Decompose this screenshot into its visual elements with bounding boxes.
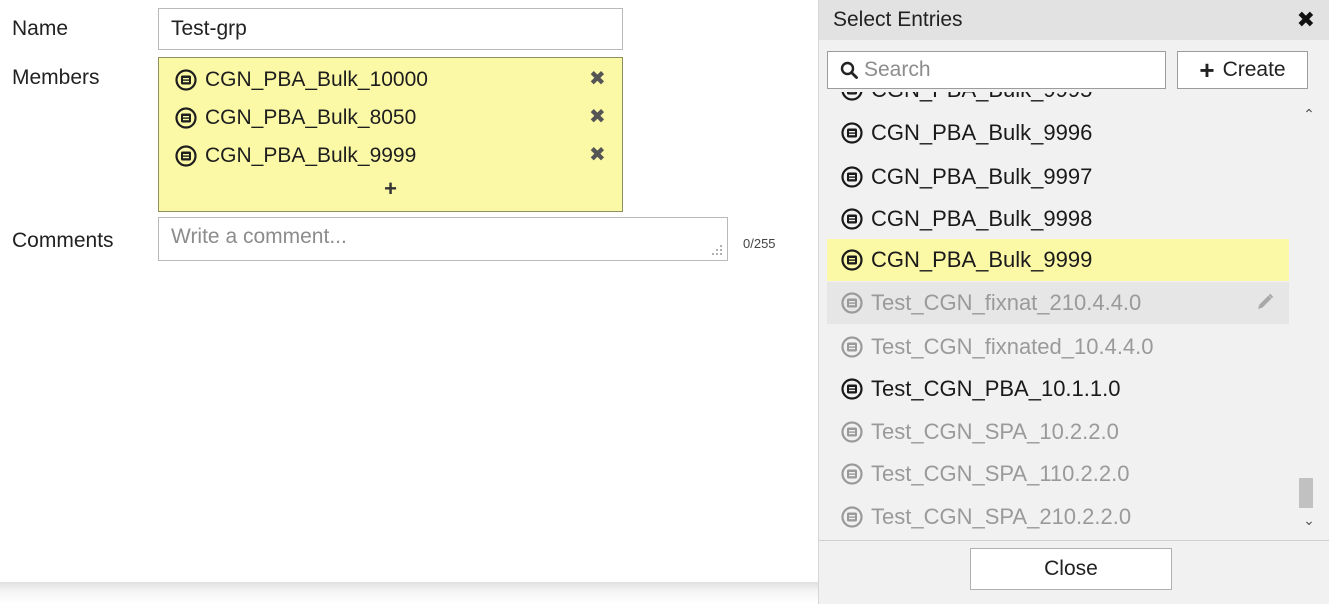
address-object-icon bbox=[841, 336, 863, 358]
address-object-icon bbox=[175, 145, 197, 167]
member-label: CGN_PBA_Bulk_10000 bbox=[205, 68, 428, 91]
entry-label: Test_CGN_SPA_210.2.2.0 bbox=[871, 504, 1132, 529]
address-object-icon bbox=[841, 378, 863, 400]
footer-divider bbox=[819, 540, 1329, 541]
address-object-icon bbox=[841, 292, 863, 314]
comments-label: Comments bbox=[12, 229, 114, 252]
comments-field bbox=[158, 217, 728, 261]
chevron-down-icon[interactable]: ⌄ bbox=[1301, 512, 1317, 528]
list-item[interactable]: CGN_PBA_Bulk_9996 bbox=[827, 112, 1289, 154]
search-box bbox=[827, 51, 1166, 89]
address-object-icon bbox=[841, 166, 863, 188]
member-chip: CGN_PBA_Bulk_9999 ✖ bbox=[175, 140, 615, 172]
address-object-icon bbox=[841, 122, 863, 144]
address-object-icon bbox=[841, 506, 863, 528]
panel-header: Select Entries ✖ bbox=[819, 0, 1329, 40]
entry-label: Test_CGN_fixnat_210.4.4.0 bbox=[871, 290, 1142, 315]
list-item[interactable]: Test_CGN_PBA_10.1.1.0 bbox=[827, 368, 1289, 410]
list-item[interactable]: CGN_PBA_Bulk_9995 bbox=[827, 92, 1289, 111]
create-label: Create bbox=[1222, 58, 1286, 81]
add-member-button[interactable]: + bbox=[159, 176, 622, 202]
pencil-icon[interactable] bbox=[1255, 292, 1275, 312]
list-item[interactable]: Test_CGN_fixnated_10.4.4.0 bbox=[827, 326, 1289, 368]
member-chip: CGN_PBA_Bulk_8050 ✖ bbox=[175, 102, 615, 134]
chevron-up-icon[interactable]: ⌃ bbox=[1301, 106, 1317, 122]
members-field[interactable]: CGN_PBA_Bulk_10000 ✖ CGN_PBA_Bulk_8050 ✖… bbox=[158, 57, 623, 212]
create-button[interactable]: + Create bbox=[1177, 51, 1308, 89]
member-label: CGN_PBA_Bulk_8050 bbox=[205, 106, 417, 129]
list-item[interactable]: Test_CGN_SPA_210.2.2.0 bbox=[827, 496, 1289, 538]
entry-label: CGN_PBA_Bulk_9998 bbox=[871, 206, 1093, 231]
name-input[interactable] bbox=[158, 8, 623, 50]
list-item[interactable]: Test_CGN_fixnat_210.4.4.0 bbox=[827, 282, 1289, 324]
search-icon bbox=[840, 61, 858, 79]
address-object-icon bbox=[841, 208, 863, 230]
list-item[interactable]: Test_CGN_SPA_10.2.2.0 bbox=[827, 411, 1289, 453]
members-label: Members bbox=[12, 66, 100, 89]
entry-label: CGN_PBA_Bulk_9995 bbox=[871, 92, 1092, 103]
comments-input[interactable] bbox=[159, 218, 699, 258]
list-item[interactable]: CGN_PBA_Bulk_9998 bbox=[827, 198, 1289, 240]
member-chip: CGN_PBA_Bulk_10000 ✖ bbox=[175, 64, 615, 96]
address-object-icon bbox=[841, 249, 863, 271]
address-object-icon bbox=[175, 107, 197, 129]
entries-list: CGN_PBA_Bulk_9995 CGN_PBA_Bulk_9996 CGN_… bbox=[827, 92, 1297, 540]
entry-label: Test_CGN_SPA_10.2.2.0 bbox=[871, 419, 1119, 444]
comment-char-count: 0/255 bbox=[743, 236, 776, 251]
close-icon[interactable]: ✖ bbox=[1297, 7, 1315, 33]
remove-member-icon[interactable]: ✖ bbox=[589, 68, 607, 90]
entry-label: Test_CGN_fixnated_10.4.4.0 bbox=[871, 334, 1154, 359]
entry-label: CGN_PBA_Bulk_9997 bbox=[871, 164, 1093, 189]
address-object-icon bbox=[841, 421, 863, 443]
name-label: Name bbox=[12, 17, 69, 40]
search-input[interactable] bbox=[864, 58, 1154, 82]
address-object-icon bbox=[841, 463, 863, 485]
remove-member-icon[interactable]: ✖ bbox=[589, 106, 607, 128]
resize-grip-icon[interactable] bbox=[711, 244, 723, 256]
list-item-selected[interactable]: CGN_PBA_Bulk_9999 bbox=[827, 239, 1289, 281]
entry-label: CGN_PBA_Bulk_9999 bbox=[871, 247, 1093, 272]
entry-label: CGN_PBA_Bulk_9996 bbox=[871, 120, 1093, 145]
form-bottom-shadow bbox=[0, 582, 818, 604]
remove-member-icon[interactable]: ✖ bbox=[589, 144, 607, 166]
group-edit-form: Name Members CGN_PBA_Bulk_10000 ✖ CGN_PB… bbox=[0, 0, 818, 582]
list-item[interactable]: Test_CGN_SPA_110.2.2.0 bbox=[827, 453, 1289, 495]
panel-title: Select Entries bbox=[833, 8, 963, 31]
close-button[interactable]: Close bbox=[970, 548, 1172, 590]
scrollbar-thumb[interactable] bbox=[1299, 478, 1313, 508]
entry-label: Test_CGN_PBA_10.1.1.0 bbox=[871, 376, 1121, 401]
entry-label: Test_CGN_SPA_110.2.2.0 bbox=[871, 461, 1130, 486]
select-entries-panel: Select Entries ✖ + Create CGN_PBA_Bulk_9… bbox=[818, 0, 1329, 604]
address-object-icon bbox=[841, 92, 863, 101]
address-object-icon bbox=[175, 69, 197, 91]
plus-icon: + bbox=[1199, 55, 1215, 85]
list-item[interactable]: CGN_PBA_Bulk_9997 bbox=[827, 156, 1289, 198]
list-scrollbar[interactable]: ⌃ ⌄ bbox=[1299, 94, 1319, 540]
member-label: CGN_PBA_Bulk_9999 bbox=[205, 144, 417, 167]
